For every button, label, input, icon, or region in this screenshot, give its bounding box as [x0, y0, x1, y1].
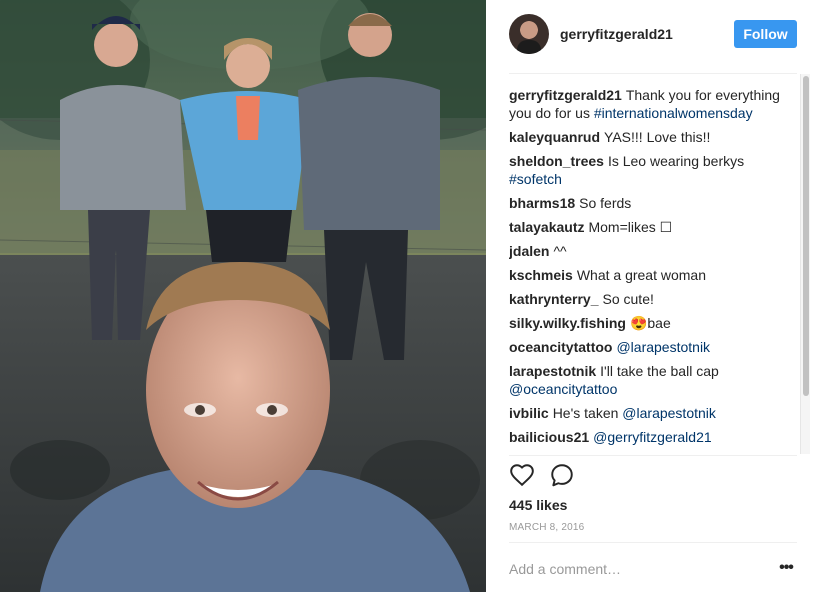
add-comment-input[interactable] [509, 556, 749, 582]
comment-item: kschmeis What a great woman [509, 266, 795, 284]
scrollbar-thumb[interactable] [803, 76, 809, 396]
comment-item: bailicious21 @gerryfitzgerald21 [509, 428, 795, 446]
comment-username[interactable]: talayakautz [509, 219, 584, 235]
comment-username[interactable]: larapestotnik [509, 363, 596, 379]
comment-text: 😍bae [629, 315, 671, 331]
comment-item: larapestotnik I'll take the ball cap @oce… [509, 362, 795, 398]
comment-username[interactable]: bailicious21 [509, 429, 589, 445]
comment-item: kaleyquanrud YAS!!! Love this!! [509, 128, 795, 146]
comment-username[interactable]: kathrynterry_ [509, 291, 599, 307]
comment-text: So cute! [602, 291, 654, 307]
heart-icon[interactable] [509, 462, 535, 488]
comment-username[interactable]: kschmeis [509, 267, 573, 283]
mention-link[interactable]: @larapestotnik [622, 405, 716, 421]
selfie-photo [0, 0, 486, 592]
post-side-panel: gerryfitzgerald21 Follow gerryfitzgerald… [486, 0, 821, 592]
comment-item: talayakautz Mom=likes ☐ [509, 218, 795, 236]
comment-text: YAS!!! Love this!! [604, 129, 711, 145]
comments-scrollbar[interactable] [800, 74, 810, 454]
comment-username[interactable]: bharms18 [509, 195, 575, 211]
comment-text: He's taken [552, 405, 619, 421]
comment-username[interactable]: jdalen [509, 243, 549, 259]
comment-item: jdalen ^^ [509, 242, 795, 260]
more-options-icon[interactable]: ••• [776, 558, 796, 578]
instagram-post: gerryfitzgerald21 Follow gerryfitzgerald… [0, 0, 821, 592]
comments-divider [509, 455, 797, 456]
comment-username[interactable]: ivbilic [509, 405, 549, 421]
comment-item: oceancitytattoo @larapestotnik [509, 338, 795, 356]
post-header: gerryfitzgerald21 Follow [486, 0, 821, 72]
comment-text: What a great woman [576, 267, 706, 283]
header-divider [509, 73, 797, 74]
comment-username[interactable]: oceancitytattoo [509, 339, 612, 355]
mention-link[interactable]: @gerryfitzgerald21 [593, 429, 712, 445]
comment-item: kathrynterry_ So cute! [509, 290, 795, 308]
comment-text: ^^ [553, 243, 567, 259]
comment-item: bharms18 So ferds [509, 194, 795, 212]
comment-text: Is Leo wearing berkys [607, 153, 745, 169]
mention-link[interactable]: @oceancitytattoo [509, 381, 617, 397]
follow-button[interactable]: Follow [734, 20, 797, 48]
likes-count[interactable]: 445 likes [509, 497, 567, 513]
avatar[interactable] [509, 14, 549, 54]
comment-bubble-icon[interactable] [549, 462, 575, 488]
comment-username[interactable]: sheldon_trees [509, 153, 604, 169]
action-bar [509, 462, 575, 490]
post-photo[interactable] [0, 0, 486, 592]
mention-link[interactable]: @larapestotnik [616, 339, 710, 355]
footer-divider [509, 542, 797, 543]
comments-list[interactable]: gerryfitzgerald21 Thank you for everythin… [509, 86, 795, 454]
comment-text: So ferds [579, 195, 632, 211]
hashtag-link[interactable]: #sofetch [509, 171, 562, 187]
comment-item: silky.wilky.fishing 😍bae [509, 314, 795, 332]
comment-text: Mom=likes ☐ [588, 219, 673, 235]
comment-username[interactable]: kaleyquanrud [509, 129, 600, 145]
post-date[interactable]: MARCH 8, 2016 [509, 522, 584, 533]
comment-username[interactable]: gerryfitzgerald21 [509, 87, 622, 103]
comment-username[interactable]: silky.wilky.fishing [509, 315, 626, 331]
comment-text: I'll take the ball cap [600, 363, 719, 379]
comment-item: sheldon_trees Is Leo wearing berkys #sofe… [509, 152, 795, 188]
post-author-username[interactable]: gerryfitzgerald21 [560, 26, 673, 42]
comment-item: gerryfitzgerald21 Thank you for everythin… [509, 86, 795, 122]
comment-item: ivbilic He's taken @larapestotnik [509, 404, 795, 422]
hashtag-link[interactable]: #internationalwomensday [594, 105, 753, 121]
